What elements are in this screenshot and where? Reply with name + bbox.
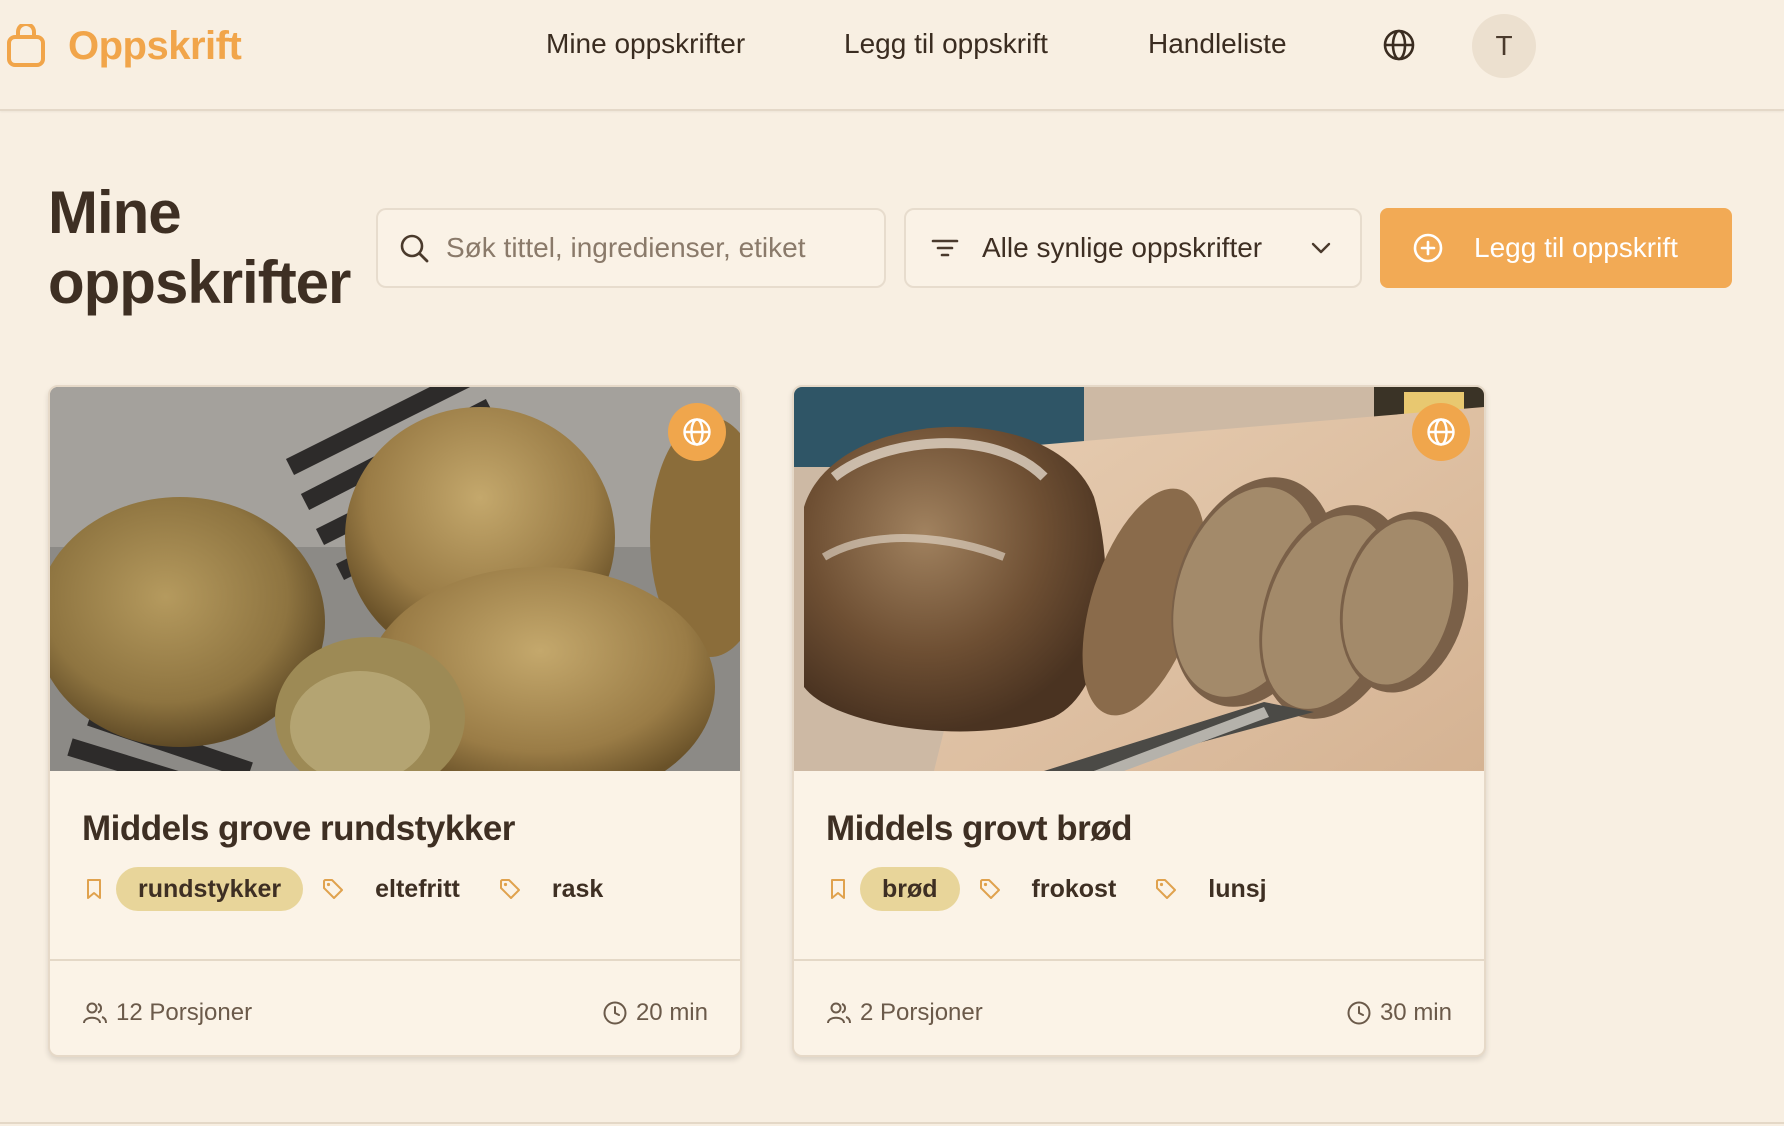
tag-icon [499,879,520,899]
recipe-meta: 2 Porsjoner 30 min [826,985,1452,1041]
globe-icon[interactable] [1382,28,1416,62]
recipe-card[interactable]: Middels grovt brød brød frokost lunsj 2 … [792,385,1486,1057]
recipe-card[interactable]: Middels grove rundstykker rundstykker el… [48,385,742,1057]
nav-add-recipe[interactable]: Legg til oppskrift [844,28,1048,60]
globe-icon [1427,418,1455,446]
filter-selected-value: Alle synlige oppskrifter [982,232,1263,263]
brand-name: Oppskrift [68,23,242,68]
recipe-image [794,387,1484,771]
page-bottom-divider [0,1122,1784,1124]
cook-time: 20 min [602,999,708,1027]
search-input[interactable] [446,232,866,264]
primary-tag[interactable]: rundstykker [116,867,304,911]
servings-label: 2 Porsjoner [860,999,983,1026]
visibility-filter-select[interactable]: Alle synlige oppskrifter [904,208,1362,288]
clock-icon [1347,1001,1371,1025]
tag-label: frokost [1031,874,1117,903]
tag-item[interactable]: rask [498,875,623,904]
tag-icon [1156,879,1177,899]
clock-icon [603,1001,627,1025]
tag-label: eltefritt [375,874,460,903]
add-recipe-button-label: Legg til oppskrift [1474,232,1678,263]
globe-icon [683,418,711,446]
users-icon [83,1002,107,1024]
bread-loaf-photo-icon [794,387,1484,771]
servings: 2 Porsjoner [826,999,983,1027]
bag-icon [7,24,45,67]
nav-shopping-list[interactable]: Handleliste [1148,28,1287,60]
search-icon [400,234,429,263]
bookmark-icon [831,879,845,899]
tag-item[interactable]: frokost [978,875,1137,904]
recipe-title: Middels grovt brød [826,809,1133,848]
bookmark-icon [87,879,101,899]
chevron-down-icon [1311,242,1331,254]
cook-time-label: 30 min [1379,999,1452,1026]
filter-icon [931,239,959,257]
cook-time-label: 20 min [635,999,708,1026]
brand-logo-link[interactable]: Oppskrift [6,20,242,72]
recipe-image [50,387,740,771]
tag-item[interactable]: eltefritt [321,875,480,904]
tag-icon [323,879,344,899]
users-icon [827,1002,851,1024]
user-avatar[interactable]: T [1472,14,1536,78]
card-divider [794,959,1484,961]
plus-circle-icon [1413,233,1443,263]
tag-icon [979,879,1000,899]
tag-label: lunsj [1208,874,1267,903]
servings-label: 12 Porsjoner [116,999,253,1026]
recipe-title: Middels grove rundstykker [82,809,515,848]
tag-label: rask [551,874,604,903]
recipe-meta: 12 Porsjoner 20 min [82,985,708,1041]
public-badge [668,403,726,461]
search-box [376,208,886,288]
bread-rolls-photo-icon [50,387,740,771]
public-badge [1412,403,1470,461]
cook-time: 30 min [1346,999,1452,1027]
recipe-tags: rundstykker eltefritt rask [82,867,623,911]
nav-my-recipes[interactable]: Mine oppskrifter [546,28,745,60]
card-divider [50,959,740,961]
servings: 12 Porsjoner [82,999,252,1027]
recipe-tags: brød frokost lunsj [826,867,1287,911]
tag-item[interactable]: lunsj [1154,875,1286,904]
primary-tag[interactable]: brød [860,867,960,911]
add-recipe-button[interactable]: Legg til oppskrift [1380,208,1732,288]
top-navbar: Oppskrift Mine oppskrifter Legg til opps… [0,0,1784,111]
page-title: Mine oppskrifter [48,179,351,316]
